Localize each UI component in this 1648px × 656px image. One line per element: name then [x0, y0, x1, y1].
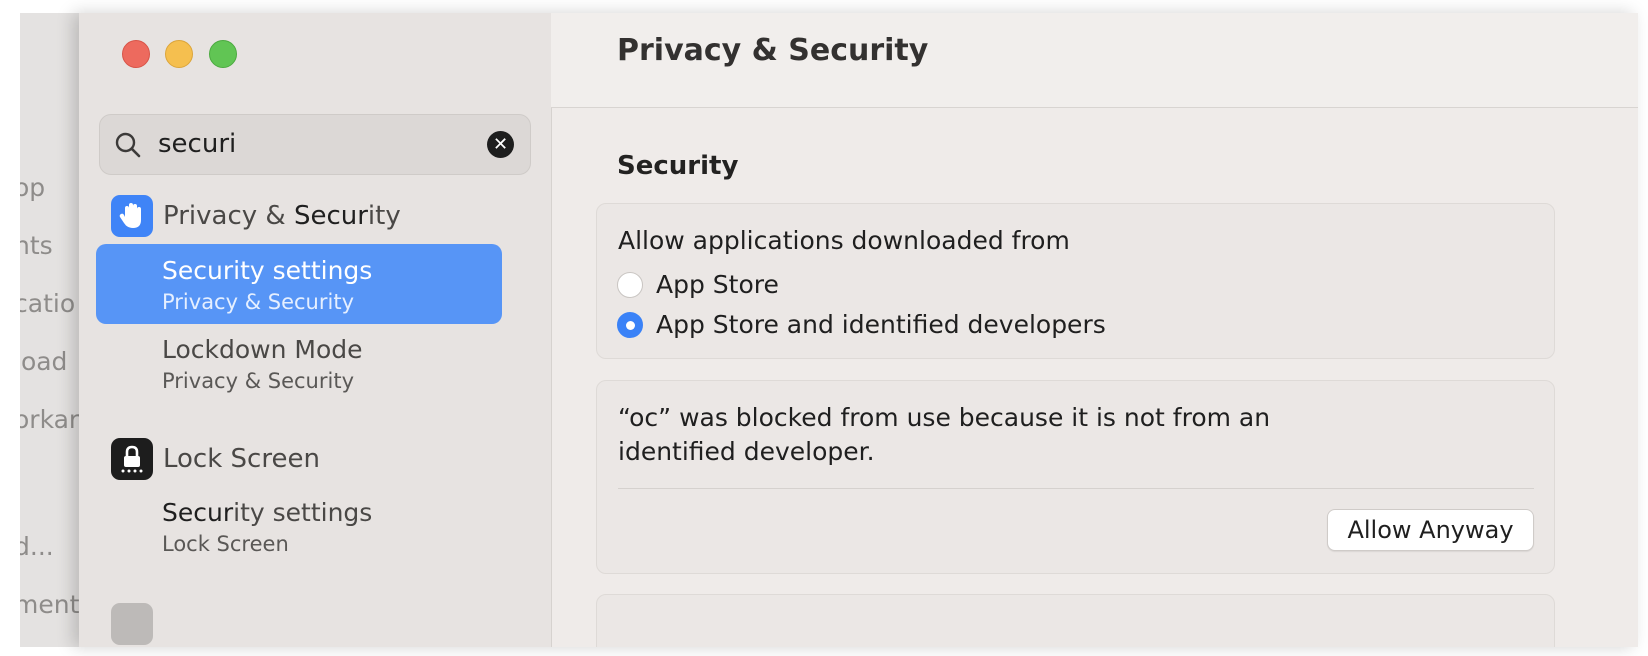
sidebar: ✕ Privacy & Security Security settings P…: [79, 13, 552, 647]
allow-downloads-label: Allow applications downloaded from: [618, 226, 1070, 255]
blocked-app-group: “oc” was blocked from use because it is …: [596, 380, 1555, 574]
result-title: Security settings: [162, 256, 373, 285]
minimize-window-button[interactable]: [165, 40, 193, 68]
search-result-lockdown-mode[interactable]: Lockdown Mode Privacy & Security: [96, 323, 502, 403]
allow-anyway-button[interactable]: Allow Anyway: [1327, 509, 1534, 551]
result-subtitle: Lock Screen: [162, 532, 289, 556]
blocked-message-line-1: “oc” was blocked from use because it is …: [618, 403, 1271, 432]
radio-button[interactable]: [617, 271, 643, 298]
radio-button-selected[interactable]: [617, 311, 643, 338]
search-result-security-settings-lock-screen[interactable]: Security settings Lock Screen: [96, 486, 502, 566]
allow-downloads-group: Allow applications downloaded from App S…: [596, 203, 1555, 359]
blocked-message-line-2: identified developer.: [618, 437, 875, 466]
next-settings-group: [596, 594, 1555, 647]
section-heading-security: Security: [617, 151, 739, 181]
background-item: d...: [20, 532, 54, 561]
sidebar-section-title: Lock Screen: [163, 444, 320, 474]
clear-search-icon[interactable]: ✕: [487, 131, 514, 158]
search-icon: [115, 132, 141, 158]
page-title: Privacy & Security: [617, 33, 929, 68]
titlebar: Privacy & Security: [551, 13, 1638, 108]
radio-label: App Store and identified developers: [656, 310, 1106, 339]
search-input[interactable]: [158, 125, 478, 163]
search-field[interactable]: ✕: [99, 114, 531, 175]
lock-screen-icon: [111, 438, 153, 480]
maximize-window-button[interactable]: [209, 40, 237, 68]
close-window-button[interactable]: [122, 40, 150, 68]
result-title: Security settings: [162, 498, 373, 527]
hand-raised-icon: [111, 195, 153, 237]
result-title: Lockdown Mode: [162, 335, 363, 364]
result-subtitle: Privacy & Security: [162, 290, 354, 314]
background-item: op: [20, 173, 46, 202]
radio-option-app-store-identified-developers[interactable]: App Store and identified developers: [617, 310, 1106, 339]
system-settings-window: ✕ Privacy & Security Security settings P…: [79, 13, 1638, 647]
result-subtitle: Privacy & Security: [162, 369, 354, 393]
background-item: catio: [20, 289, 76, 318]
background-item: orkar: [20, 405, 80, 434]
divider: [618, 488, 1534, 489]
search-result-security-settings-privacy[interactable]: Security settings Privacy & Security: [96, 244, 502, 324]
content-pane: Privacy & Security Security Allow applic…: [551, 13, 1638, 647]
sidebar-section-lock-screen[interactable]: Lock Screen: [111, 437, 320, 481]
background-item: ment: [20, 590, 80, 619]
sidebar-section-title: Privacy & Security: [163, 201, 401, 231]
sidebar-section-privacy-security[interactable]: Privacy & Security: [111, 194, 401, 238]
background-item: nts: [20, 231, 53, 260]
radio-option-app-store[interactable]: App Store: [617, 270, 779, 299]
background-item: load: [20, 347, 68, 376]
passwords-icon: [111, 603, 153, 645]
radio-label: App Store: [656, 270, 779, 299]
